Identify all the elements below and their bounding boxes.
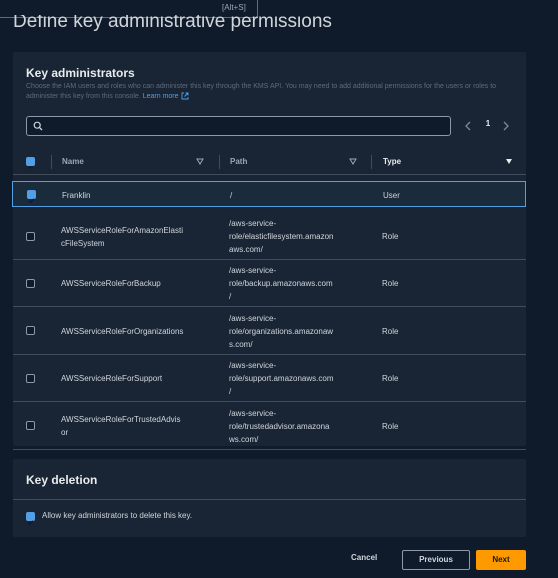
row-name-line: AWSServiceRoleForBackup xyxy=(61,279,161,288)
key-administrators-title: Key administrators xyxy=(26,66,135,80)
learn-more-label: Learn more xyxy=(142,93,179,100)
row-name-line: cFileSystem xyxy=(61,239,105,248)
row-name-line: AWSServiceRoleForTrustedAdvis xyxy=(61,415,181,424)
sort-type-icon[interactable] xyxy=(505,158,513,165)
allow-deletion-label[interactable]: Allow key administrators to delete this … xyxy=(42,511,192,520)
current-page-number[interactable]: 1 xyxy=(483,119,493,128)
learn-more-link[interactable]: Learn more xyxy=(142,92,189,100)
row-name: AWSServiceRoleForBackup xyxy=(61,277,161,290)
row-path-line: s.com/ xyxy=(229,340,253,349)
allow-deletion-checkbox[interactable] xyxy=(26,512,35,526)
row-type: Role xyxy=(382,279,399,288)
column-separator xyxy=(219,155,220,169)
table-row[interactable]: AWSServiceRoleForSupport/aws-service-rol… xyxy=(13,355,526,402)
row-path: / xyxy=(230,189,232,202)
row-path-line: role/trustedadvisor.amazona xyxy=(229,422,330,431)
column-header-type[interactable]: Type xyxy=(383,150,401,174)
row-checkbox[interactable] xyxy=(26,232,35,241)
sort-name-icon[interactable] xyxy=(196,158,204,165)
row-path-line: /aws-service- xyxy=(229,266,277,275)
sort-path-icon[interactable] xyxy=(349,158,357,165)
column-header-path[interactable]: Path xyxy=(230,150,247,174)
row-path-line: / xyxy=(229,387,232,396)
column-separator xyxy=(371,155,372,169)
select-all-checkbox[interactable] xyxy=(26,157,35,169)
administrators-search-input[interactable] xyxy=(49,119,444,133)
row-path-line: role/support.amazonaws.com xyxy=(229,374,334,383)
row-type: User xyxy=(383,191,400,200)
row-path: /aws-service-role/elasticfilesystem.amaz… xyxy=(229,217,333,256)
row-name: AWSServiceRoleForSupport xyxy=(61,372,162,385)
previous-page-icon[interactable] xyxy=(463,120,473,132)
row-name-line: AWSServiceRoleForSupport xyxy=(61,374,163,383)
row-name-line: AWSServiceRoleForOrganizations xyxy=(61,327,184,336)
key-deletion-panel: Key deletion Allow key administrators to… xyxy=(13,459,526,537)
row-type: Role xyxy=(382,232,399,241)
key-deletion-divider xyxy=(13,499,526,500)
page-title: Define key administrative permissions xyxy=(13,15,332,32)
table-row[interactable]: Franklin / User xyxy=(12,181,526,207)
row-checkbox[interactable] xyxy=(27,190,36,204)
row-checkbox[interactable] xyxy=(26,374,35,383)
row-path-line: /aws-service- xyxy=(229,361,277,370)
row-name: Franklin xyxy=(62,189,90,202)
row-name: AWSServiceRoleForAmazonElasti cFileSystem xyxy=(61,224,183,250)
indeterminate-icon xyxy=(28,166,33,169)
row-name: AWSServiceRoleForTrustedAdvis or xyxy=(61,413,180,439)
table-header: Name Path Type xyxy=(13,150,526,174)
key-administrators-panel: Key administrators Choose the IAM users … xyxy=(12,52,526,450)
table-header-divider xyxy=(13,174,526,175)
checkmark-icon xyxy=(28,198,35,204)
checkmark-icon xyxy=(27,520,34,526)
row-checkbox[interactable] xyxy=(26,326,35,335)
row-path-line: role/organizations.amazonaw xyxy=(229,327,334,336)
table-row[interactable]: AWSServiceRoleForOrganizations/aws-servi… xyxy=(13,307,526,355)
table-row[interactable]: AWSServiceRoleForBackup/aws-service-role… xyxy=(13,260,526,307)
row-type: Role xyxy=(382,374,399,383)
key-administrators-description: Choose the IAM users and roles who can a… xyxy=(26,82,522,102)
cancel-button[interactable]: Cancel xyxy=(351,553,377,562)
row-path-line: / xyxy=(230,191,233,200)
row-path-line: / xyxy=(229,292,232,301)
row-path-line: /aws-service- xyxy=(229,219,277,228)
next-page-icon[interactable] xyxy=(501,120,511,132)
row-path-line: /aws-service- xyxy=(229,409,277,418)
row-path-line: /aws-service- xyxy=(229,314,277,323)
column-header-name[interactable]: Name xyxy=(62,150,84,174)
row-path: /aws-service-role/support.amazonaws.com / xyxy=(229,359,334,398)
row-checkbox[interactable] xyxy=(26,279,35,288)
row-path: /aws-service-role/backup.amazonaws.com / xyxy=(229,264,333,303)
table-row[interactable]: AWSServiceRoleForAmazonElasti cFileSystem… xyxy=(13,213,526,260)
previous-button[interactable]: Previous xyxy=(402,550,470,570)
row-type: Role xyxy=(382,422,399,431)
key-deletion-title: Key deletion xyxy=(26,473,98,487)
row-name-line: or xyxy=(61,428,69,437)
description-text: Choose the IAM users and roles who can a… xyxy=(26,83,497,100)
row-path-line: role/backup.amazonaws.com xyxy=(229,279,333,288)
row-path: /aws-service-role/organizations.amazonaw… xyxy=(229,312,333,351)
external-link-icon xyxy=(181,92,188,100)
row-type: Role xyxy=(382,327,399,336)
search-icon xyxy=(33,121,43,131)
row-name-line: Franklin xyxy=(62,191,91,200)
row-path-line: aws.com/ xyxy=(229,245,263,254)
row-path-line: ws.com/ xyxy=(229,435,259,444)
row-path: /aws-service-role/trustedadvisor.amazona… xyxy=(229,407,330,446)
pagination: 1 xyxy=(463,118,518,134)
administrators-search-box[interactable] xyxy=(26,116,451,136)
next-button[interactable]: Next xyxy=(476,550,526,570)
column-separator xyxy=(51,155,52,169)
row-name: AWSServiceRoleForOrganizations xyxy=(61,325,183,338)
row-name-line: AWSServiceRoleForAmazonElasti xyxy=(61,226,183,235)
row-path-line: role/elasticfilesystem.amazon xyxy=(229,232,334,241)
search-shortcut-hint: [Alt+S] xyxy=(222,3,246,12)
table-row[interactable]: AWSServiceRoleForTrustedAdvis or/aws-serv… xyxy=(13,402,526,450)
row-checkbox[interactable] xyxy=(26,421,35,430)
